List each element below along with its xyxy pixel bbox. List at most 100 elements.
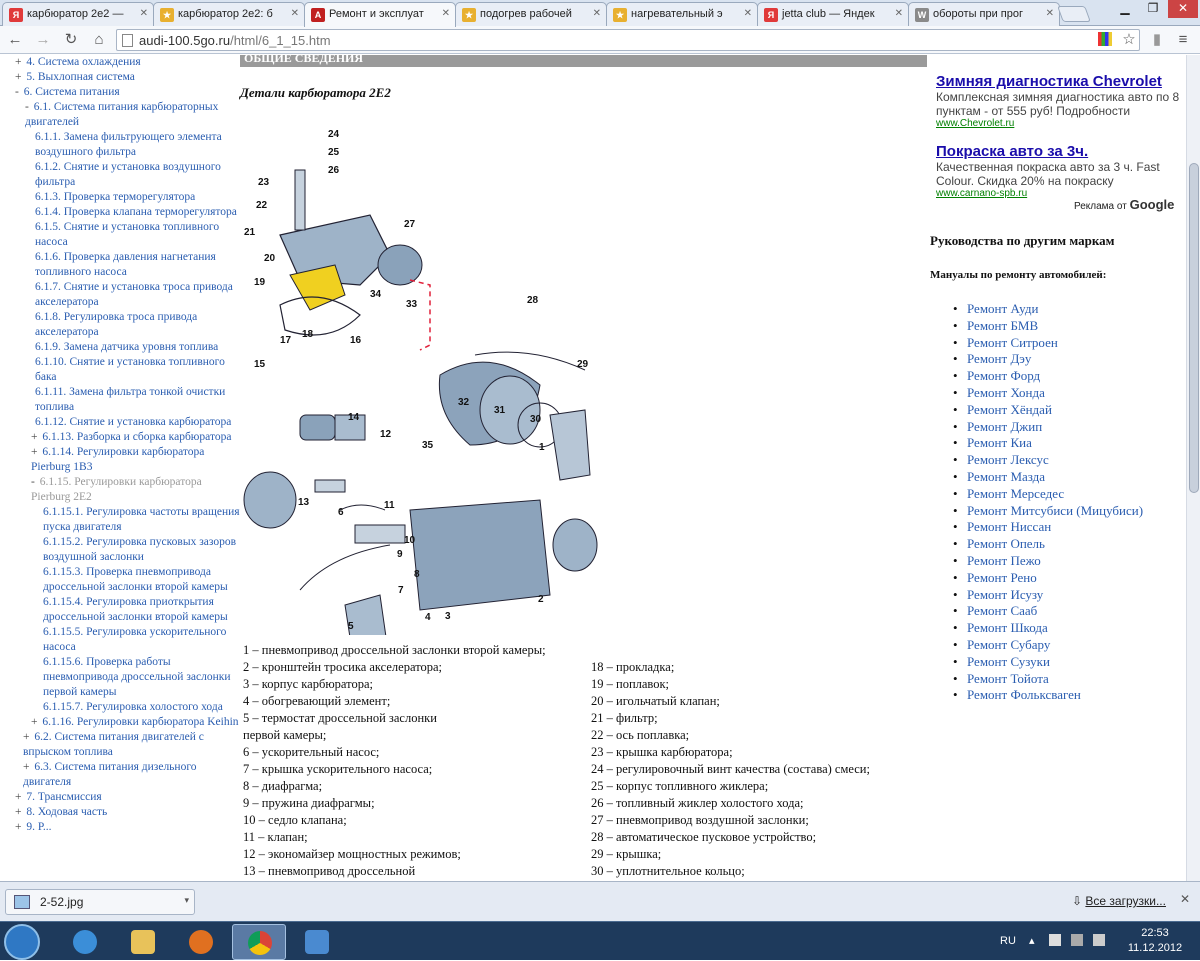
flag-icon[interactable] [1049,934,1061,946]
nav-item[interactable]: - 6.1.15. Регулировки карбюратора Pierbu… [15,475,240,505]
brand-link[interactable]: Ремонт Ниссан [953,519,1143,536]
tree-toggle-icon[interactable]: + [23,731,32,743]
tab-5[interactable]: Яjetta club — Яндек ✕ [757,2,909,26]
nav-item[interactable]: + 4. Система охлаждения [15,55,240,70]
brand-link[interactable]: Ремонт Исузу [953,587,1143,604]
tab-1[interactable]: ★ карбюратор 2е2: б ✕ [153,2,305,26]
nav-item[interactable]: + 6.2. Система питания двигателей с впры… [15,730,240,760]
brand-link[interactable]: Ремонт Хонда [953,385,1143,402]
brand-link[interactable]: Ремонт Форд [953,368,1143,385]
forward-icon[interactable]: → [32,30,54,50]
brand-link[interactable]: Ремонт Мерседес [953,486,1143,503]
brand-link[interactable]: Ремонт БМВ [953,318,1143,335]
chevron-up-icon[interactable]: ▴ [1029,934,1041,947]
tree-toggle-icon[interactable]: + [15,71,24,83]
brand-link[interactable]: Ремонт Рено [953,570,1143,587]
close-tab-icon[interactable]: ✕ [895,8,903,19]
brand-link[interactable]: Ремонт Хёндай [953,402,1143,419]
nav-item[interactable]: 6.1.15.5. Регулировка ускорительного нас… [15,625,240,655]
tree-toggle-icon[interactable]: + [31,716,40,728]
scrollbar-thumb[interactable] [1189,163,1199,493]
settings-wrench-icon[interactable]: ≡ [1172,30,1194,50]
ad-title[interactable]: Покраска авто за 3ч. [936,143,1186,160]
taskbar-mail[interactable] [290,924,344,960]
close-tab-icon[interactable]: ✕ [593,8,601,19]
nav-item[interactable]: 6.1.15.6. Проверка работы пневмопривода … [15,655,240,700]
tab-4[interactable]: ★ нагревательный э ✕ [606,2,758,26]
nav-item[interactable]: + 8. Ходовая часть [15,805,240,820]
nav-item[interactable]: + 6.3. Система питания дизельного двигат… [15,760,240,790]
taskbar-explorer[interactable] [116,924,170,960]
close-shelf-icon[interactable]: ✕ [1180,892,1190,906]
nav-item[interactable]: 6.1.6. Проверка давления нагнетания топл… [15,250,240,280]
extension-icon[interactable] [1098,32,1112,46]
nav-item[interactable]: + 6.1.14. Регулировки карбюратора Pierbu… [15,445,240,475]
download-item[interactable]: 2-52.jpg ▾ [5,889,195,915]
ad-item[interactable]: Зимняя диагностика Chevrolet Комплексная… [936,73,1186,129]
start-button[interactable] [4,924,40,960]
taskbar-media[interactable] [174,924,228,960]
taskbar-chrome[interactable] [232,924,286,960]
nav-item[interactable]: 6.1.10. Снятие и установка топливного ба… [15,355,240,385]
tree-toggle-icon[interactable]: - [31,476,38,488]
tree-toggle-icon[interactable]: + [15,806,24,818]
brand-link[interactable]: Ремонт Субару [953,637,1143,654]
brand-link[interactable]: Ремонт Опель [953,536,1143,553]
ad-item[interactable]: Покраска авто за 3ч. Качественная покрас… [936,143,1186,199]
close-tab-icon[interactable]: ✕ [744,8,752,19]
nav-item[interactable]: + 7. Трансмиссия [15,790,240,805]
reload-icon[interactable]: ↻ [60,30,82,50]
tree-toggle-icon[interactable]: + [31,446,40,458]
back-icon[interactable]: ← [4,30,26,50]
brand-link[interactable]: Ремонт Сузуки [953,654,1143,671]
nav-item[interactable]: 6.1.15.3. Проверка пневмопривода дроссел… [15,565,240,595]
ad-url[interactable]: www.Chevrolet.ru [936,118,1186,129]
minimize-icon[interactable]: ▁ [1112,0,1138,18]
tab-6[interactable]: Wобороты при прог ✕ [908,2,1060,26]
ad-title[interactable]: Зимняя диагностика Chevrolet [936,73,1186,90]
ads-by-google[interactable]: Реклама от Google [1074,197,1174,212]
new-tab-button[interactable] [1057,6,1091,22]
language-indicator[interactable]: RU [1000,935,1016,947]
volume-icon[interactable] [1093,934,1105,946]
tab-0[interactable]: Якарбюратор 2е2 — ✕ [2,2,154,26]
nav-item[interactable]: 6.1.1. Замена фильтрующего элемента возд… [15,130,240,160]
nav-item[interactable]: + 9. Р... [15,820,240,835]
tab-2[interactable]: A Ремонт и эксплуат ✕ [304,2,456,27]
brand-link[interactable]: Ремонт Сааб [953,603,1143,620]
brand-link[interactable]: Ремонт Ауди [953,301,1143,318]
nav-item[interactable]: + 5. Выхлопная система [15,70,240,85]
brand-link[interactable]: Ремонт Фольксваген [953,687,1143,704]
nav-item[interactable]: - 6.1. Система питания карбюраторных дви… [15,100,240,130]
tree-toggle-icon[interactable]: - [25,101,32,113]
home-icon[interactable]: ⌂ [88,30,110,50]
brand-link[interactable]: Ремонт Тойота [953,671,1143,688]
brand-link[interactable]: Ремонт Дэу [953,351,1143,368]
nav-item[interactable]: 6.1.11. Замена фильтра тонкой очистки то… [15,385,240,415]
tree-toggle-icon[interactable]: + [15,821,24,833]
nav-item[interactable]: 6.1.15.2. Регулировка пусковых зазоров в… [15,535,240,565]
vertical-scrollbar[interactable] [1186,55,1200,881]
brand-link[interactable]: Ремонт Ситроен [953,335,1143,352]
close-tab-icon[interactable]: ✕ [442,8,450,19]
brand-link[interactable]: Ремонт Лексус [953,452,1143,469]
nav-item[interactable]: 6.1.15.1. Регулировка частоты вращения п… [15,505,240,535]
address-bar[interactable]: audi-100.5go.ru/html/6_1_15.htm [116,29,1140,51]
nav-item[interactable]: 6.1.15.4. Регулировка приоткрытия дроссе… [15,595,240,625]
brand-link[interactable]: Ремонт Киа [953,435,1143,452]
nav-item[interactable]: 6.1.2. Снятие и установка воздушного фил… [15,160,240,190]
tree-toggle-icon[interactable]: + [15,791,24,803]
tree-toggle-icon[interactable]: + [23,761,32,773]
nav-item[interactable]: 6.1.4. Проверка клапана терморегулятора [15,205,240,220]
nav-item[interactable]: 6.1.7. Снятие и установка троса привода … [15,280,240,310]
close-tab-icon[interactable]: ✕ [291,8,299,19]
brand-link[interactable]: Ремонт Пежо [953,553,1143,570]
nav-item[interactable]: + 6.1.13. Разборка и сборка карбюратора [15,430,240,445]
close-window-icon[interactable]: ✕ [1168,0,1198,18]
brand-link[interactable]: Ремонт Митсубиси (Мицубиси) [953,503,1143,520]
nav-item[interactable]: 6.1.3. Проверка терморегулятора [15,190,240,205]
tab-3[interactable]: ★ подогрев рабочей ✕ [455,2,607,26]
tree-toggle-icon[interactable]: - [15,86,22,98]
close-tab-icon[interactable]: ✕ [1046,8,1054,19]
brand-link[interactable]: Ремонт Шкода [953,620,1143,637]
